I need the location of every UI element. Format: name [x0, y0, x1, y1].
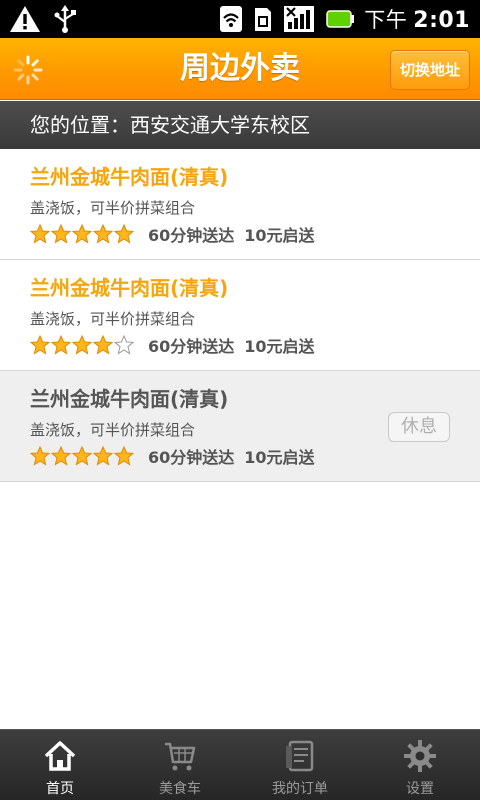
tab-label: 我的订单 — [272, 781, 328, 797]
star-filled-icon — [30, 335, 50, 355]
app-header: 周边外卖 切换地址 — [0, 38, 480, 100]
bottom-tab-bar: 首页 美食车 我的订单 设置 — [0, 729, 480, 800]
location-value: 西安交通大学东校区 — [130, 113, 310, 137]
tab-label: 首页 — [46, 781, 74, 797]
min-order: 10元启送 — [244, 337, 315, 356]
warning-icon — [10, 6, 40, 32]
tab-label: 美食车 — [159, 781, 201, 797]
rating-stars — [30, 446, 134, 466]
tab-settings[interactable]: 设置 — [360, 730, 480, 800]
clock-time: 2:01 — [413, 8, 470, 33]
tab-cart[interactable]: 美食车 — [120, 730, 240, 800]
tab-home[interactable]: 首页 — [0, 730, 120, 800]
star-filled-icon — [72, 446, 92, 466]
star-empty-icon — [114, 335, 134, 355]
restaurant-name: 兰州金城牛肉面(清真) — [30, 387, 229, 411]
restaurant-desc: 盖浇饭，可半价拼菜组合 — [30, 199, 196, 217]
star-filled-icon — [30, 224, 50, 244]
wifi-icon — [220, 6, 243, 32]
restaurant-name: 兰州金城牛肉面(清真) — [30, 276, 229, 300]
star-filled-icon — [51, 446, 71, 466]
usb-icon — [54, 5, 76, 33]
sim-icon — [255, 8, 272, 31]
cart-icon — [165, 742, 196, 771]
tab-orders[interactable]: 我的订单 — [240, 730, 360, 800]
closed-badge: 休息 — [388, 412, 450, 442]
star-filled-icon — [51, 224, 71, 244]
star-filled-icon — [72, 224, 92, 244]
restaurant-meta: 60分钟送达 10元启送 — [30, 222, 325, 246]
restaurant-name: 兰州金城牛肉面(清真) — [30, 165, 229, 189]
delivery-time: 60分钟送达 — [148, 226, 235, 245]
restaurant-list: 兰州金城牛肉面(清真) 盖浇饭，可半价拼菜组合 60分钟送达 10元启送 兰州金… — [0, 149, 480, 482]
signal-icon — [284, 6, 315, 32]
location-bar: 您的位置：西安交通大学东校区 — [0, 101, 480, 149]
restaurant-desc: 盖浇饭，可半价拼菜组合 — [30, 421, 196, 439]
status-bar: 下午 2:01 — [0, 0, 480, 38]
restaurant-desc: 盖浇饭，可半价拼菜组合 — [30, 310, 196, 328]
location-label: 您的位置： — [30, 113, 130, 137]
star-filled-icon — [114, 224, 134, 244]
restaurant-item[interactable]: 兰州金城牛肉面(清真) 盖浇饭，可半价拼菜组合 60分钟送达 10元启送 — [0, 260, 480, 371]
restaurant-item[interactable]: 兰州金城牛肉面(清真) 盖浇饭，可半价拼菜组合 60分钟送达 10元启送 — [0, 149, 480, 260]
star-filled-icon — [93, 335, 113, 355]
clock-ampm: 下午 — [364, 8, 408, 32]
restaurant-meta: 60分钟送达 10元启送 — [30, 444, 325, 468]
min-order: 10元启送 — [244, 448, 315, 467]
delivery-time: 60分钟送达 — [148, 448, 235, 467]
tab-label: 设置 — [406, 781, 434, 797]
gear-icon — [404, 740, 436, 772]
clock: 下午 2:01 — [364, 4, 470, 34]
min-order: 10元启送 — [244, 226, 315, 245]
restaurant-meta: 60分钟送达 10元启送 — [30, 333, 325, 357]
star-filled-icon — [93, 446, 113, 466]
home-icon — [44, 741, 76, 771]
battery-icon — [326, 10, 355, 28]
rating-stars — [30, 335, 134, 355]
rating-stars — [30, 224, 134, 244]
star-filled-icon — [51, 335, 71, 355]
restaurant-item[interactable]: 兰州金城牛肉面(清真) 盖浇饭，可半价拼菜组合 60分钟送达 10元启送 休息 — [0, 371, 480, 482]
switch-address-button[interactable]: 切换地址 — [390, 50, 470, 90]
star-filled-icon — [30, 446, 50, 466]
star-filled-icon — [93, 224, 113, 244]
delivery-time: 60分钟送达 — [148, 337, 235, 356]
star-filled-icon — [114, 446, 134, 466]
star-filled-icon — [72, 335, 92, 355]
orders-icon — [286, 740, 314, 772]
